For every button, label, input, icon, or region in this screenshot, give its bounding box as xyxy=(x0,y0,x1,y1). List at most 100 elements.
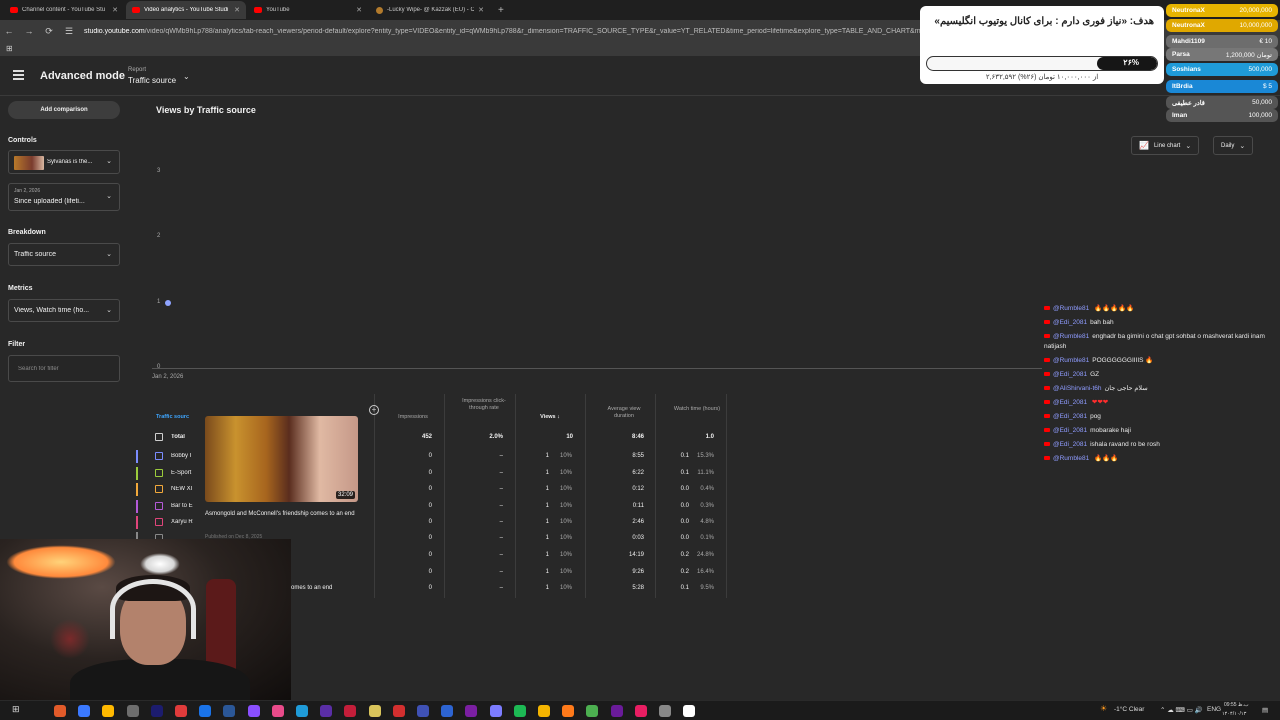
row-checkbox[interactable] xyxy=(155,502,163,510)
clock-date[interactable]: ۱۴۰۴/۱۰/۱۳ xyxy=(1222,711,1246,717)
cell-impressions: 0 xyxy=(428,585,432,591)
y-tick-label: 2 xyxy=(157,233,161,240)
taskbar-app-icon[interactable] xyxy=(223,705,236,717)
taskbar-app-icon[interactable] xyxy=(634,705,647,717)
row-checkbox[interactable] xyxy=(155,518,163,526)
date-range-select[interactable]: Jan 2, 2026 Since uploaded (lifeti... ⌄ xyxy=(8,183,120,211)
cell-avg-view-duration: 0:12 xyxy=(632,486,644,492)
col-views[interactable]: Views ↓ xyxy=(530,414,570,421)
col-watch-time[interactable]: Watch time (hours) xyxy=(672,406,722,413)
add-circle-icon[interactable]: + xyxy=(369,405,379,415)
row-checkbox[interactable] xyxy=(155,469,163,477)
taskbar-app-icon[interactable] xyxy=(296,705,308,717)
row-checkbox[interactable] xyxy=(155,485,163,493)
col-traffic-source[interactable]: Traffic sourc xyxy=(156,414,189,421)
taskbar-app-icon[interactable] xyxy=(126,705,139,717)
taskbar-app-icon[interactable] xyxy=(513,705,526,717)
y-tick-label: 1 xyxy=(157,298,161,305)
row-traffic-source[interactable]: Bobby I xyxy=(171,453,193,459)
taskbar-app-icon[interactable] xyxy=(247,705,260,717)
taskbar-app-icon[interactable] xyxy=(417,705,429,717)
system-tray-icons[interactable]: ⌃ ☁ ⌨ ▭ 🔊 xyxy=(1160,706,1203,714)
taskbar-app-icon[interactable] xyxy=(175,705,187,717)
row-traffic-source[interactable]: Xaryu R xyxy=(171,519,193,525)
taskbar-app-icon[interactable] xyxy=(78,705,91,717)
apps-grid-icon[interactable]: ⊞ xyxy=(6,44,13,53)
weather-text[interactable]: -1°C Clear xyxy=(1114,706,1144,713)
metrics-select[interactable]: Views, Watch time (ho... ⌄ xyxy=(8,299,120,322)
taskbar-app-icon[interactable] xyxy=(489,705,502,717)
report-select[interactable]: Traffic source xyxy=(128,76,176,85)
row-traffic-source[interactable]: E-Sport xyxy=(171,470,193,476)
cell-avg-view-duration: 5:28 xyxy=(632,585,644,591)
windows-start-icon[interactable]: ⊞ xyxy=(12,704,20,715)
taskbar-app-icon[interactable] xyxy=(320,705,333,717)
cell-impressions: 0 xyxy=(428,569,432,575)
col-impressions[interactable]: Impressions xyxy=(383,414,443,421)
filter-heading: Filter xyxy=(8,341,26,348)
close-tab-icon[interactable]: ✕ xyxy=(234,6,240,14)
taskbar-app-icon[interactable] xyxy=(586,705,599,717)
row-traffic-source[interactable]: NEW XI xyxy=(171,486,193,492)
taskbar-app-icon[interactable] xyxy=(54,705,66,717)
cell-watch-percent: 15.3% xyxy=(696,453,714,459)
chevron-down-icon: ⌄ xyxy=(106,251,112,258)
chat-username: @Edi_2081 xyxy=(1053,413,1088,420)
clock-time[interactable]: 09:55 ب.ظ xyxy=(1224,702,1249,708)
close-tab-icon[interactable]: ✕ xyxy=(356,6,362,14)
browser-tab[interactable]: Channel content - YouTube Stu ✕ xyxy=(4,1,124,19)
filter-search-input[interactable] xyxy=(8,355,120,382)
taskbar-app-icon[interactable] xyxy=(538,705,550,717)
new-tab-icon[interactable]: + xyxy=(492,5,510,16)
chart-data-point[interactable] xyxy=(165,299,171,306)
add-comparison-button[interactable]: Add comparison xyxy=(8,101,120,119)
browser-tab[interactable]: YouTube ✕ xyxy=(248,1,368,19)
col-avg-view-duration[interactable]: Average view duration xyxy=(598,406,650,420)
donor-name: ItBrdia xyxy=(1172,83,1193,90)
language-indicator[interactable]: ENG xyxy=(1207,706,1221,713)
chart-type-button[interactable]: 📈 Line chart ⌄ xyxy=(1131,136,1200,155)
breakdown-select[interactable]: Traffic source ⌄ xyxy=(8,243,120,266)
close-tab-icon[interactable]: ✕ xyxy=(478,6,484,14)
taskbar-app-icon[interactable] xyxy=(271,705,284,717)
back-icon[interactable]: ← xyxy=(4,26,14,36)
total-avd: 8:46 xyxy=(631,434,644,440)
forward-icon[interactable]: → xyxy=(24,26,34,36)
taskbar-app-icon[interactable] xyxy=(368,705,381,717)
total-ctr: 2.0% xyxy=(489,434,503,440)
taskbar-app-icon[interactable] xyxy=(441,705,454,717)
url-field[interactable]: studio.youtube.com/video/qWMb9hLp788/ana… xyxy=(84,28,944,35)
row-checkbox[interactable] xyxy=(155,452,163,460)
granularity-button[interactable]: Daily ⌄ xyxy=(1213,136,1254,155)
menu-icon[interactable] xyxy=(13,70,24,82)
browser-tab[interactable]: -Lucky Wipe- @ Kazzak (EU) - C ✕ xyxy=(370,1,490,19)
sort-down-icon: ↓ xyxy=(557,414,560,420)
taskbar-app-icon[interactable] xyxy=(562,705,575,717)
total-checkbox[interactable] xyxy=(155,433,163,441)
taskbar-app-icon[interactable] xyxy=(659,705,671,717)
site-info-icon[interactable]: ☰ xyxy=(64,26,74,37)
taskbar-app-icon[interactable] xyxy=(150,705,163,717)
notification-icon[interactable]: ▤ xyxy=(1262,706,1268,714)
taskbar-app-icon[interactable] xyxy=(344,705,357,717)
browser-tab-active[interactable]: Video analytics - YouTube Studi ✕ xyxy=(126,1,246,19)
reload-icon[interactable]: ⟳ xyxy=(44,26,54,37)
taskbar-app-icon[interactable] xyxy=(392,705,405,717)
chat-username: @Edi_2081 xyxy=(1053,371,1088,378)
taskbar-app-icon[interactable] xyxy=(465,705,478,717)
taskbar-app-icon[interactable] xyxy=(683,705,696,717)
taskbar-app-icon[interactable] xyxy=(610,705,623,717)
donor-amount: 10,000,000 xyxy=(1239,22,1272,29)
cell-watch-time: 0.2 xyxy=(680,552,689,558)
chevron-down-icon[interactable]: ⌄ xyxy=(183,72,190,81)
taskbar-app-icon[interactable] xyxy=(199,705,212,717)
controls-heading: Controls xyxy=(8,137,37,144)
cell-watch-time: 0.0 xyxy=(680,503,689,509)
cell-views: 1 xyxy=(545,585,549,591)
row-traffic-source[interactable]: Bar to E xyxy=(171,503,193,509)
video-select[interactable]: Sylvanas is the... ⌄ xyxy=(8,150,120,174)
video-hover-thumbnail[interactable]: 32:09 xyxy=(205,416,358,502)
close-tab-icon[interactable]: ✕ xyxy=(112,6,118,14)
taskbar-app-icon[interactable] xyxy=(102,705,115,717)
col-ctr[interactable]: Impressions click-through rate xyxy=(456,398,512,412)
